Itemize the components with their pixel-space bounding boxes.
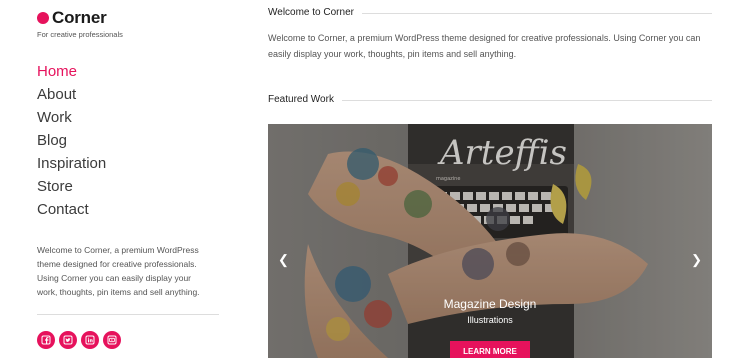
linkedin-icon[interactable] [81,331,99,349]
welcome-heading: Welcome to Corner [268,6,354,18]
welcome-text: Welcome to Corner, a premium WordPress t… [268,33,701,59]
sidebar: Corner For creative professionals Home A… [37,8,219,349]
nav-item-contact[interactable]: Contact [37,198,219,221]
welcome-section-header: Welcome to Corner [268,0,712,24]
main-nav: Home About Work Blog Inspiration Store C… [37,60,219,221]
youtube-icon[interactable] [103,331,121,349]
brand-dot-icon [37,12,49,24]
nav-item-store[interactable]: Store [37,175,219,198]
nav-item-home[interactable]: Home [37,60,219,83]
slide-caption-title: Magazine Design [443,297,537,311]
featured-heading: Featured Work [268,93,334,105]
featured-section-header: Featured Work [268,87,712,111]
nav-item-inspiration[interactable]: Inspiration [37,152,219,175]
main-content: Welcome to Corner Welcome to Corner, a p… [268,0,712,111]
featured-heading-rule [341,99,712,101]
nav-item-blog[interactable]: Blog [37,129,219,152]
brand-tagline: For creative professionals [37,30,123,39]
nav-item-about[interactable]: About [37,83,219,106]
social-links [37,331,219,349]
facebook-icon[interactable] [37,331,55,349]
slide-caption-subtitle: Illustrations [467,315,513,325]
chevron-right-icon[interactable]: ❯ [691,252,702,268]
brand-logo[interactable]: Corner [37,8,219,28]
welcome-heading-rule [361,12,712,14]
sidebar-divider [37,314,219,315]
chevron-left-icon[interactable]: ❮ [278,252,289,268]
twitter-icon[interactable] [59,331,77,349]
sidebar-about-text: Welcome to Corner, a premium WordPress t… [37,245,200,297]
brand-name: Corner [52,8,107,27]
page: Corner For creative professionals Home A… [0,0,750,358]
learn-more-button[interactable]: LEARN MORE [450,341,530,358]
featured-slider[interactable]: Arteffis magazine ❮ ❯ Magazine Design Il… [268,124,712,358]
nav-item-work[interactable]: Work [37,106,219,129]
